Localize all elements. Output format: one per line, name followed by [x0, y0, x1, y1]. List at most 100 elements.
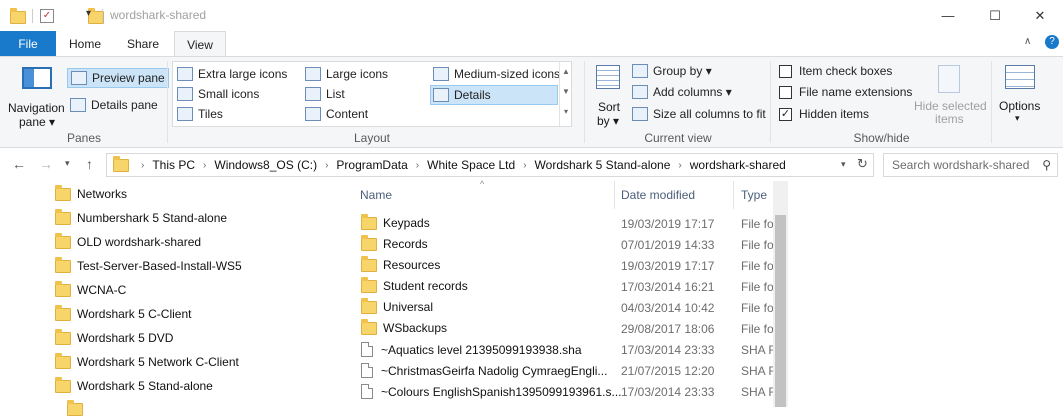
- column-header-type[interactable]: Type: [741, 181, 767, 209]
- tab-view[interactable]: View: [174, 31, 226, 57]
- nav-item[interactable]: Test-Server-Based-Install-WS5: [55, 254, 242, 278]
- folder-icon: [10, 8, 26, 24]
- nav-item[interactable]: WCNA-C: [55, 278, 126, 302]
- forward-arrow-icon[interactable]: →: [39, 156, 53, 172]
- file-row[interactable]: Records 07/01/2019 14:33 File fo: [341, 234, 788, 255]
- large-icons-icon: [305, 67, 321, 81]
- nav-item[interactable]: Wordshark 5 Stand-alone: [55, 374, 213, 398]
- options-icon: [1005, 65, 1035, 89]
- search-placeholder: Search wordshark-shared: [892, 158, 1030, 172]
- ribbon-tabs: File Home Share View ∧ ?: [0, 31, 1063, 57]
- nav-item[interactable]: OLD wordshark-shared: [55, 230, 201, 254]
- breadcrumb-this-pc[interactable]: This PC: [152, 158, 195, 172]
- layout-small-icons[interactable]: Small icons: [177, 87, 259, 101]
- qat-dropdown-icon[interactable]: ▾: [86, 8, 91, 19]
- breadcrumb-wordshark[interactable]: Wordshark 5 Stand-alone: [535, 158, 671, 172]
- group-by-button[interactable]: Group by ▾: [632, 64, 712, 78]
- nav-item[interactable]: Wordshark 5 C-Client: [55, 302, 191, 326]
- checked-checkbox-icon: ✓: [779, 107, 792, 121]
- list-icon: [305, 87, 321, 101]
- folder-icon: [55, 232, 71, 249]
- file-row[interactable]: ~ChristmasGeirfa Nadolig CymraegEngli...…: [341, 360, 788, 381]
- chevron-right-icon[interactable]: ›: [141, 160, 144, 171]
- column-divider[interactable]: [733, 181, 734, 209]
- up-arrow-icon[interactable]: ↑: [86, 156, 93, 172]
- title-separator: [102, 9, 103, 23]
- layout-content[interactable]: Content: [305, 107, 368, 121]
- ribbon: Navigation pane ▾ Preview pane Details p…: [0, 56, 1063, 148]
- file-row[interactable]: ~Aquatics level 21395099193938.sha 17/03/…: [341, 339, 788, 360]
- tab-share[interactable]: Share: [114, 31, 172, 56]
- breadcrumb-drive[interactable]: Windows8_OS (C:): [214, 158, 317, 172]
- folder-icon: [55, 208, 71, 225]
- search-input[interactable]: Search wordshark-shared ⚲: [883, 153, 1058, 177]
- folder-icon: [361, 255, 377, 272]
- chevron-right-icon[interactable]: ›: [678, 160, 681, 171]
- column-header-name[interactable]: Name: [360, 181, 392, 209]
- file-row[interactable]: WSbackups 29/08/2017 18:06 File fo: [341, 318, 788, 339]
- address-dropdown-icon[interactable]: ▾: [841, 159, 846, 170]
- file-row[interactable]: Universal 04/03/2014 10:42 File fo: [341, 297, 788, 318]
- file-name-extensions-toggle[interactable]: File name extensions: [779, 85, 912, 99]
- tab-home[interactable]: Home: [58, 31, 112, 56]
- column-divider[interactable]: [614, 181, 615, 209]
- search-icon: ⚲: [1042, 158, 1051, 172]
- file-row[interactable]: ~Colours EnglishSpanish1395099193961.s..…: [341, 381, 788, 402]
- address-bar[interactable]: › This PC › Windows8_OS (C:) › ProgramDa…: [106, 153, 874, 177]
- tab-file[interactable]: File: [0, 31, 56, 56]
- file-row[interactable]: Student records 17/03/2014 16:21 File fo: [341, 276, 788, 297]
- chevron-right-icon[interactable]: ›: [523, 160, 526, 171]
- gallery-scroll[interactable]: ▲ ▼ ▾: [559, 62, 572, 126]
- details-pane-icon: [70, 98, 86, 112]
- breadcrumb-programdata[interactable]: ProgramData: [336, 158, 407, 172]
- preview-pane-button[interactable]: Preview pane: [67, 68, 169, 88]
- folder-icon: [113, 155, 129, 172]
- nav-item[interactable]: Numbershark 5 Stand-alone: [55, 206, 227, 230]
- item-check-boxes-toggle[interactable]: Item check boxes: [779, 64, 892, 78]
- navigation-pane-button[interactable]: Navigation pane ▾: [4, 61, 65, 129]
- layout-extra-large-icons[interactable]: Extra large icons: [177, 67, 287, 81]
- nav-item[interactable]: Wordshark 5 DVD: [55, 326, 173, 350]
- hidden-items-toggle[interactable]: ✓ Hidden items: [779, 107, 869, 121]
- collapse-ribbon-icon[interactable]: ∧: [1024, 36, 1031, 47]
- ribbon-separator: [991, 61, 992, 143]
- folder-icon: [361, 213, 377, 230]
- back-arrow-icon[interactable]: ←: [12, 156, 26, 172]
- minimize-button[interactable]: —: [925, 0, 971, 31]
- hide-selected-items-button[interactable]: Hide selected items: [910, 61, 988, 127]
- title-bar: ✓ ▾ wordshark-shared — ☐ ✕: [0, 0, 1063, 31]
- close-button[interactable]: ✕: [1017, 0, 1063, 31]
- refresh-icon[interactable]: ↻: [857, 156, 868, 172]
- sort-by-button[interactable]: Sort by ▾: [591, 61, 627, 128]
- add-columns-icon: [632, 85, 648, 99]
- group-by-icon: [632, 64, 648, 78]
- help-icon[interactable]: ?: [1045, 35, 1059, 49]
- nav-item[interactable]: Networks: [55, 182, 127, 206]
- ribbon-separator: [584, 61, 585, 143]
- sort-by-label: Sort: [598, 100, 621, 114]
- chevron-right-icon[interactable]: ›: [203, 160, 206, 171]
- details-pane-button[interactable]: Details pane: [70, 98, 158, 112]
- options-button[interactable]: Options ▾: [995, 61, 1047, 127]
- column-header-date[interactable]: Date modified: [621, 181, 695, 209]
- chevron-right-icon[interactable]: ›: [325, 160, 328, 171]
- file-row[interactable]: Resources 19/03/2019 17:17 File fo: [341, 255, 788, 276]
- size-all-columns-button[interactable]: Size all columns to fit: [632, 107, 766, 121]
- layout-tiles[interactable]: Tiles: [177, 107, 223, 121]
- layout-medium-icons[interactable]: Medium-sized icons: [433, 67, 560, 81]
- properties-icon[interactable]: ✓: [40, 9, 54, 23]
- navigation-pane-label: Navigation: [8, 101, 65, 115]
- layout-details[interactable]: Details: [430, 85, 558, 105]
- scrollbar-thumb[interactable]: [775, 215, 786, 407]
- preview-pane-label: Preview pane: [92, 71, 165, 85]
- nav-item[interactable]: Wordshark 5 Network C-Client: [55, 350, 239, 374]
- breadcrumb-white-space[interactable]: White Space Ltd: [427, 158, 515, 172]
- file-row[interactable]: Keypads 19/03/2019 17:17 File fo: [341, 213, 788, 234]
- layout-list[interactable]: List: [305, 87, 345, 101]
- add-columns-button[interactable]: Add columns ▾: [632, 85, 732, 99]
- breadcrumb-current[interactable]: wordshark-shared: [690, 158, 786, 172]
- recent-locations-chevron-icon[interactable]: ▾: [65, 158, 70, 169]
- maximize-button[interactable]: ☐: [972, 0, 1018, 31]
- chevron-right-icon[interactable]: ›: [416, 160, 419, 171]
- layout-large-icons[interactable]: Large icons: [305, 67, 388, 81]
